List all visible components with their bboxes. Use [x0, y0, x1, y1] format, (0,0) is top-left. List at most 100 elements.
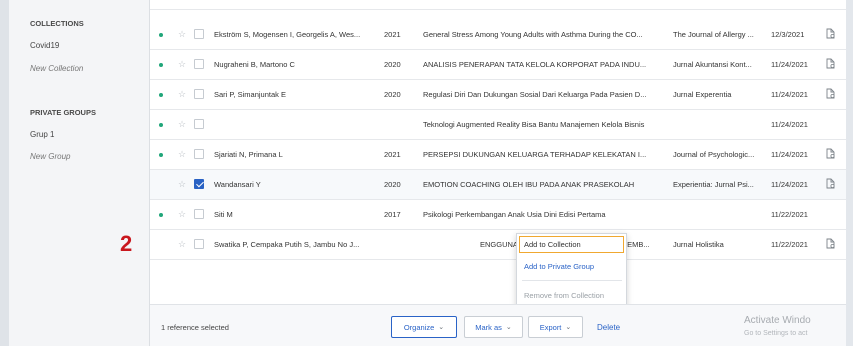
add-to-private-group-item[interactable]: Add to Private Group	[524, 262, 594, 271]
row-checkbox[interactable]	[194, 179, 204, 189]
date-cell: 11/24/2021	[771, 90, 808, 99]
unread-dot-icon	[159, 153, 163, 157]
sidebar: COLLECTIONS Covid19 New Collection PRIVA…	[9, 0, 150, 346]
star-icon[interactable]: ☆	[178, 29, 186, 39]
chevron-down-icon: ⌄	[438, 324, 445, 331]
authors-cell: Sari P, Simanjuntak E	[214, 90, 286, 99]
journal-cell: Jurnal Holistika	[673, 240, 724, 249]
table-row[interactable]: ☆ Nugraheni B, Martono C 2020 ANALISIS PENE…	[150, 50, 846, 80]
unread-dot-icon	[159, 93, 163, 97]
unread-dot-icon	[159, 213, 163, 217]
menu-divider	[522, 280, 622, 281]
file-icon[interactable]	[826, 148, 835, 159]
mark-as-label: Mark as	[475, 322, 502, 332]
date-cell: 11/24/2021	[771, 150, 808, 159]
table-row[interactable]: ☆ Wandansari Y 2020 EMOTION COACHING OLEH I…	[150, 170, 846, 200]
star-icon[interactable]: ☆	[178, 239, 186, 249]
add-to-collection-item[interactable]: Add to Collection	[524, 240, 581, 249]
sidebar-item-new-group[interactable]: New Group	[30, 152, 70, 161]
sidebar-item-new-collection[interactable]: New Collection	[30, 64, 83, 73]
date-cell: 11/22/2021	[771, 240, 808, 249]
table-row[interactable]: ☆ Sjariati N, Primana L 2021 PERSEPSI DUKUN…	[150, 140, 846, 170]
year-cell: 2020	[384, 180, 401, 189]
journal-cell: Jurnal Akuntansi Kont...	[673, 60, 752, 69]
star-icon[interactable]: ☆	[178, 119, 186, 129]
row-checkbox[interactable]	[194, 59, 204, 69]
journal-cell: Journal of Psychologic...	[673, 150, 755, 159]
selection-footer: 1 reference selected Organize ⌄ Mark as …	[150, 304, 846, 346]
journal-cell: Experientia: Jurnal Psi...	[673, 180, 754, 189]
title-cell: General Stress Among Young Adults with A…	[423, 30, 643, 39]
activate-windows-title: Activate Windo	[744, 315, 811, 326]
title-cell: Regulasi Diri Dan Dukungan Sosial Dari K…	[423, 90, 647, 99]
journal-cell: The Journal of Allergy ...	[673, 30, 754, 39]
authors-cell: Ekström S, Mogensen I, Georgelis A, Wes.…	[214, 30, 361, 39]
row-checkbox[interactable]	[194, 209, 204, 219]
title-cell: PERSEPSI DUKUNGAN KELUARGA TERHADAP KELE…	[423, 150, 647, 159]
authors-cell: Swatika P, Cempaka Putih S, Jambu No J..…	[214, 240, 360, 249]
row-checkbox[interactable]	[194, 89, 204, 99]
title-cell: EMOTION COACHING OLEH IBU PADA ANAK PRAS…	[423, 180, 635, 189]
mark-as-button[interactable]: Mark as ⌄	[464, 316, 523, 338]
title-cell: Psikologi Perkembangan Anak Usia Dini Ed…	[423, 210, 606, 219]
app-window: COLLECTIONS Covid19 New Collection PRIVA…	[0, 0, 853, 346]
authors-cell: Siti M	[214, 210, 233, 219]
unread-dot-icon	[159, 63, 163, 67]
file-icon[interactable]	[826, 178, 835, 189]
star-icon[interactable]: ☆	[178, 89, 186, 99]
sidebar-item-covid19[interactable]: Covid19	[30, 41, 59, 50]
title-cell: Teknologi Augmented Reality Bisa Bantu M…	[423, 120, 645, 129]
authors-cell: Nugraheni B, Martono C	[214, 60, 295, 69]
table-row[interactable]: ☆ Sari P, Simanjuntak E 2020 Regulasi Diri …	[150, 80, 846, 110]
table-row[interactable]: ☆ Ekström S, Mogensen I, Georgelis A, Wes…	[150, 20, 846, 50]
private-groups-header: PRIVATE GROUPS	[30, 108, 96, 117]
year-cell: 2021	[384, 150, 401, 159]
authors-cell: Sjariati N, Primana L	[214, 150, 283, 159]
year-cell: 2021	[384, 30, 401, 39]
row-checkbox[interactable]	[194, 119, 204, 129]
year-cell: 2020	[384, 90, 401, 99]
title-cell: ANALISIS PENERAPAN TATA KELOLA KORPORAT …	[423, 60, 647, 69]
table-row[interactable]: ☆ Swatika P, Cempaka Putih S, Jambu No J.…	[150, 230, 846, 260]
remove-from-collection-item[interactable]: Remove from Collection	[524, 291, 604, 300]
sidebar-item-grup-1[interactable]: Grup 1	[30, 130, 54, 139]
star-icon[interactable]: ☆	[178, 149, 186, 159]
row-checkbox[interactable]	[194, 149, 204, 159]
organize-label: Organize	[403, 322, 435, 332]
date-cell: 11/24/2021	[771, 60, 808, 69]
organize-button[interactable]: Organize ⌄	[391, 316, 457, 338]
selected-count: 1 reference selected	[161, 323, 229, 332]
year-cell: 2020	[384, 60, 401, 69]
star-icon[interactable]: ☆	[178, 179, 186, 189]
right-edge	[846, 0, 853, 346]
star-icon[interactable]: ☆	[178, 59, 186, 69]
unread-dot-icon	[159, 123, 163, 127]
year-cell: 2017	[384, 210, 401, 219]
reference-list: ☆ Ekström S, Mogensen I, Georgelis A, Wes…	[150, 0, 846, 346]
left-margin	[0, 0, 9, 346]
file-icon[interactable]	[826, 28, 835, 39]
collections-header: COLLECTIONS	[30, 19, 84, 28]
file-icon[interactable]	[826, 88, 835, 99]
chevron-down-icon: ⌄	[505, 324, 512, 331]
date-cell: 12/3/2021	[771, 30, 805, 39]
date-cell: 11/22/2021	[771, 210, 808, 219]
file-icon[interactable]	[826, 238, 835, 249]
delete-link[interactable]: Delete	[597, 323, 620, 332]
file-icon[interactable]	[826, 58, 835, 69]
unread-dot-icon	[159, 33, 163, 37]
row-checkbox[interactable]	[194, 29, 204, 39]
star-icon[interactable]: ☆	[178, 209, 186, 219]
date-cell: 11/24/2021	[771, 120, 808, 129]
journal-cell: Jurnal Experentia	[673, 90, 732, 99]
row-checkbox[interactable]	[194, 239, 204, 249]
export-label: Export	[539, 322, 562, 332]
organize-menu: Add to Collection Add to Private Group R…	[516, 233, 627, 309]
step-annotation: 2	[120, 231, 133, 256]
export-button[interactable]: Export ⌄	[528, 316, 583, 338]
activate-windows-subtitle: Go to Settings to act	[744, 330, 808, 337]
table-row[interactable]: ☆ Teknologi Augmented Reality Bisa Bantu …	[150, 110, 846, 140]
authors-cell: Wandansari Y	[214, 180, 261, 189]
table-row[interactable]: ☆ Siti M 2017 Psikologi Perkembangan Anak U…	[150, 200, 846, 230]
table-row-partial[interactable]	[150, 0, 846, 10]
